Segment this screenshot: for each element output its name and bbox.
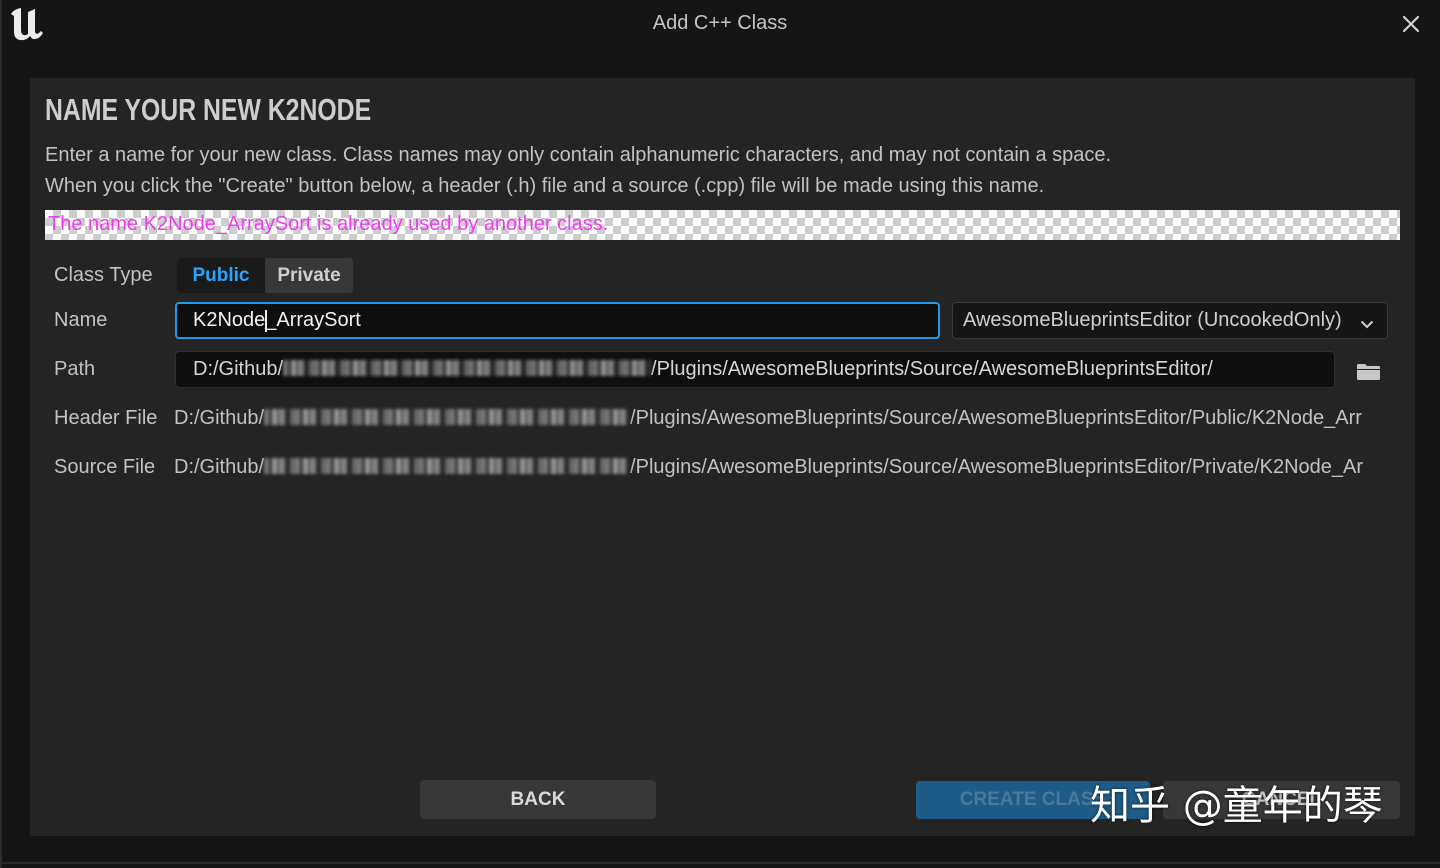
header-file-path: D:/Github/ /Plugins/AwesomeBlueprints/Sou…	[174, 400, 1390, 436]
description: Enter a name for your new class. Class n…	[45, 140, 1385, 202]
error-message: The name K2Node_ArraySort is already use…	[48, 213, 609, 235]
redacted-path-segment	[264, 458, 631, 475]
text-caret	[265, 310, 267, 332]
path-suffix: /Plugins/AwesomeBlueprints/Source/Awesom…	[651, 358, 1213, 380]
redacted-path-segment	[264, 409, 631, 426]
header-file-prefix: D:/Github/	[174, 407, 265, 429]
header-file-label: Header File	[54, 407, 158, 429]
header-file-suffix: /Plugins/AwesomeBlueprints/Source/Awesom…	[630, 407, 1362, 429]
module-dropdown-value: AwesomeBlueprintsEditor (UncookedOnly)	[963, 309, 1342, 331]
content-panel: NAME YOUR NEW K2NODE Enter a name for yo…	[30, 78, 1415, 836]
module-dropdown[interactable]: AwesomeBlueprintsEditor (UncookedOnly)	[952, 302, 1388, 339]
back-button[interactable]: BACK	[420, 780, 656, 819]
error-banner: The name K2Node_ArraySort is already use…	[45, 210, 1400, 240]
path-input[interactable]: D:/Github/ /Plugins/AwesomeBlueprints/Sou…	[175, 351, 1335, 388]
source-file-suffix: /Plugins/AwesomeBlueprints/Source/Awesom…	[630, 456, 1364, 478]
source-file-label: Source File	[54, 456, 156, 478]
add-cpp-class-dialog: Add C++ Class NAME YOUR NEW K2NODE Enter…	[0, 0, 1440, 868]
redacted-path-segment	[283, 360, 652, 377]
name-label: Name	[54, 309, 108, 331]
class-type-label: Class Type	[54, 264, 153, 286]
source-file-path: D:/Github/ /Plugins/AwesomeBlueprints/Sou…	[174, 449, 1390, 485]
class-type-public-option[interactable]: Public	[177, 258, 265, 293]
path-prefix: D:/Github/	[193, 358, 284, 380]
class-type-private-option[interactable]: Private	[265, 258, 353, 293]
title-bar: Add C++ Class	[0, 0, 1440, 46]
class-name-field	[175, 302, 940, 339]
description-line: When you click the "Create" button below…	[45, 175, 1045, 197]
close-icon[interactable]	[1400, 13, 1422, 35]
chevron-down-icon	[1360, 316, 1374, 329]
window-border-left	[0, 0, 2, 868]
watermark: 知乎 @童年的琴	[1090, 783, 1383, 829]
source-file-prefix: D:/Github/	[174, 456, 265, 478]
class-name-input[interactable]	[175, 302, 940, 339]
page-title: NAME YOUR NEW K2NODE	[45, 92, 372, 127]
window-border-bottom	[0, 862, 1440, 864]
description-line: Enter a name for your new class. Class n…	[45, 144, 1112, 166]
window-title: Add C++ Class	[652, 12, 788, 34]
folder-icon[interactable]	[1356, 363, 1381, 381]
path-label: Path	[54, 358, 96, 380]
class-type-toggle: Public Private	[177, 258, 353, 293]
